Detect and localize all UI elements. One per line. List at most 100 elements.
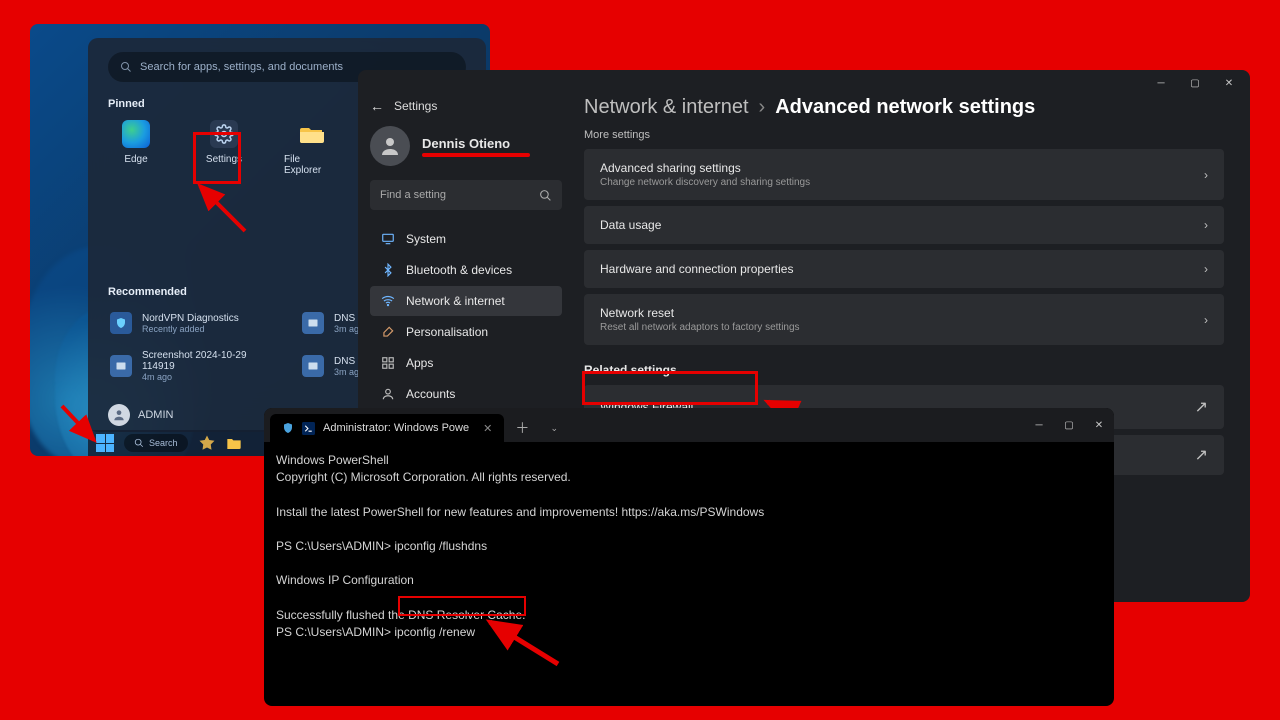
profile[interactable]: Dennis Otieno bbox=[370, 126, 562, 166]
app-title: Settings bbox=[394, 99, 437, 113]
ps-tab[interactable]: Administrator: Windows Powe ✕ bbox=[270, 414, 504, 442]
nav-network[interactable]: Network & internet bbox=[370, 286, 562, 316]
breadcrumb-root[interactable]: Network & internet bbox=[584, 96, 749, 119]
chevron-right-icon: › bbox=[1204, 262, 1208, 276]
grid-icon bbox=[381, 356, 395, 370]
search-icon bbox=[120, 61, 132, 73]
external-link-icon: ↗ bbox=[1195, 397, 1208, 417]
terminal-output[interactable]: Windows PowerShell Copyright (C) Microso… bbox=[264, 442, 1114, 651]
card-sub: Reset all network adaptors to factory se… bbox=[600, 322, 800, 333]
gear-icon bbox=[214, 124, 234, 144]
ps-line: Install the latest PowerShell for new fe… bbox=[276, 505, 764, 519]
nav-label: System bbox=[406, 232, 446, 246]
brush-icon bbox=[381, 325, 395, 339]
tab-dropdown-button[interactable]: ⌄ bbox=[540, 414, 568, 442]
card-title: Advanced sharing settings bbox=[600, 161, 810, 175]
card-title: Data usage bbox=[600, 218, 661, 232]
taskbar-app-icon[interactable] bbox=[226, 436, 242, 450]
profile-name: Dennis Otieno bbox=[422, 136, 530, 151]
close-tab-icon[interactable]: ✕ bbox=[483, 422, 492, 435]
minimize-button[interactable]: ─ bbox=[1024, 414, 1054, 436]
taskbar-search-text: Search bbox=[149, 438, 178, 448]
external-link-icon: ↗ bbox=[1195, 445, 1208, 465]
avatar bbox=[370, 126, 410, 166]
find-setting-input[interactable]: Find a setting bbox=[370, 180, 562, 210]
recommended-item[interactable]: NordVPN DiagnosticsRecently added bbox=[108, 308, 274, 338]
nav-apps[interactable]: Apps bbox=[370, 348, 562, 378]
pinned-settings[interactable]: Settings bbox=[196, 120, 252, 176]
related-settings-label: Related settings bbox=[584, 363, 1224, 377]
search-icon bbox=[539, 189, 552, 202]
powershell-window: Administrator: Windows Powe ✕ ＋ ⌄ ─ ▢ ✕ … bbox=[264, 408, 1114, 706]
find-placeholder: Find a setting bbox=[380, 189, 446, 201]
card-network-reset[interactable]: Network reset Reset all network adaptors … bbox=[584, 294, 1224, 345]
pinned-label-settings: Settings bbox=[206, 154, 242, 165]
annotation-underline bbox=[422, 153, 530, 157]
recommended-item[interactable]: Screenshot 2024-10-29 1149194m ago bbox=[108, 346, 274, 386]
monitor-icon bbox=[381, 232, 395, 246]
nav-accounts[interactable]: Accounts bbox=[370, 379, 562, 409]
close-button[interactable]: ✕ bbox=[1214, 72, 1244, 94]
ps-line: Copyright (C) Microsoft Corporation. All… bbox=[276, 470, 571, 484]
card-hardware[interactable]: Hardware and connection properties › bbox=[584, 250, 1224, 288]
ps-line: PS C:\Users\ADMIN> ipconfig /renew bbox=[276, 625, 475, 639]
ps-line: PS C:\Users\ADMIN> ipconfig /flushdns bbox=[276, 539, 487, 553]
nav-label: Network & internet bbox=[406, 294, 505, 308]
image-icon bbox=[307, 317, 319, 329]
more-settings-label: More settings bbox=[584, 129, 1224, 141]
chevron-right-icon: › bbox=[1204, 168, 1208, 182]
nav-label: Accounts bbox=[406, 387, 455, 401]
start-button[interactable] bbox=[96, 434, 114, 452]
search-placeholder: Search for apps, settings, and documents bbox=[140, 61, 343, 73]
minimize-button[interactable]: ─ bbox=[1146, 72, 1176, 94]
titlebar: ─ ▢ ✕ bbox=[358, 70, 1250, 96]
nav-label: Bluetooth & devices bbox=[406, 263, 512, 277]
pinned-edge[interactable]: Edge bbox=[108, 120, 164, 176]
ps-tab-title: Administrator: Windows Powe bbox=[323, 422, 469, 434]
chevron-right-icon: › bbox=[759, 96, 766, 119]
ps-line: Windows IP Configuration bbox=[276, 573, 414, 587]
chevron-right-icon: › bbox=[1204, 313, 1208, 327]
nav-bluetooth[interactable]: Bluetooth & devices bbox=[370, 255, 562, 285]
maximize-button[interactable]: ▢ bbox=[1180, 72, 1210, 94]
nav-label: Personalisation bbox=[406, 325, 488, 339]
search-icon bbox=[134, 438, 144, 448]
ps-line: Successfully flushed the DNS Resolver Ca… bbox=[276, 608, 525, 622]
bluetooth-icon bbox=[381, 263, 395, 277]
nav-personalisation[interactable]: Personalisation bbox=[370, 317, 562, 347]
rec-sub: 4m ago bbox=[142, 372, 272, 382]
new-tab-button[interactable]: ＋ bbox=[508, 414, 536, 442]
close-button[interactable]: ✕ bbox=[1084, 414, 1114, 436]
maximize-button[interactable]: ▢ bbox=[1054, 414, 1084, 436]
pinned-label-edge: Edge bbox=[124, 154, 147, 165]
card-title: Hardware and connection properties bbox=[600, 262, 793, 276]
pinned-label-fe: File Explorer bbox=[284, 154, 340, 176]
rec-sub: Recently added bbox=[142, 324, 239, 334]
powershell-icon bbox=[302, 422, 315, 435]
taskbar-app-icon[interactable] bbox=[198, 434, 216, 452]
breadcrumb: Network & internet › Advanced network se… bbox=[584, 96, 1224, 119]
nav-system[interactable]: System bbox=[370, 224, 562, 254]
breadcrumb-leaf: Advanced network settings bbox=[775, 96, 1035, 119]
shield-icon bbox=[282, 422, 294, 434]
user-icon bbox=[378, 134, 402, 158]
chevron-right-icon: › bbox=[1204, 218, 1208, 232]
card-title: Network reset bbox=[600, 306, 800, 320]
card-data-usage[interactable]: Data usage › bbox=[584, 206, 1224, 244]
ps-line: Windows PowerShell bbox=[276, 453, 389, 467]
card-advanced-sharing[interactable]: Advanced sharing settings Change network … bbox=[584, 149, 1224, 200]
nav-label: Apps bbox=[406, 356, 433, 370]
image-icon bbox=[115, 360, 127, 372]
rec-title: NordVPN Diagnostics bbox=[142, 313, 239, 324]
avatar bbox=[108, 404, 130, 426]
wifi-icon bbox=[381, 294, 395, 308]
back-icon[interactable]: ← bbox=[370, 98, 384, 114]
pinned-file-explorer[interactable]: File Explorer bbox=[284, 120, 340, 176]
card-sub: Change network discovery and sharing set… bbox=[600, 177, 810, 188]
taskbar-search[interactable]: Search bbox=[124, 434, 188, 452]
rec-title: Screenshot 2024-10-29 114919 bbox=[142, 350, 272, 372]
user-icon bbox=[112, 408, 126, 422]
user-icon bbox=[381, 387, 395, 401]
folder-icon bbox=[300, 124, 324, 144]
shield-icon bbox=[115, 317, 127, 329]
